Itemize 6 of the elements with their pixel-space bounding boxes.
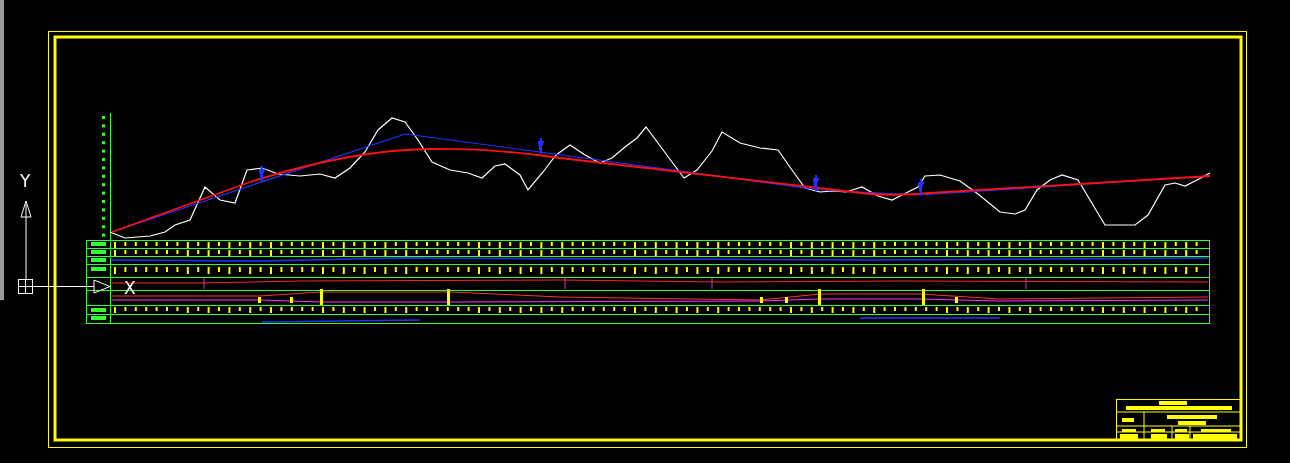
curve-marker-icon — [259, 165, 266, 183]
y-axis-label: Y — [20, 171, 31, 191]
curve-marker-icon — [813, 174, 820, 192]
curve-marker-icon — [538, 137, 545, 155]
ucs-axis-icon — [17, 200, 111, 295]
curve-marker-icon — [918, 178, 925, 196]
